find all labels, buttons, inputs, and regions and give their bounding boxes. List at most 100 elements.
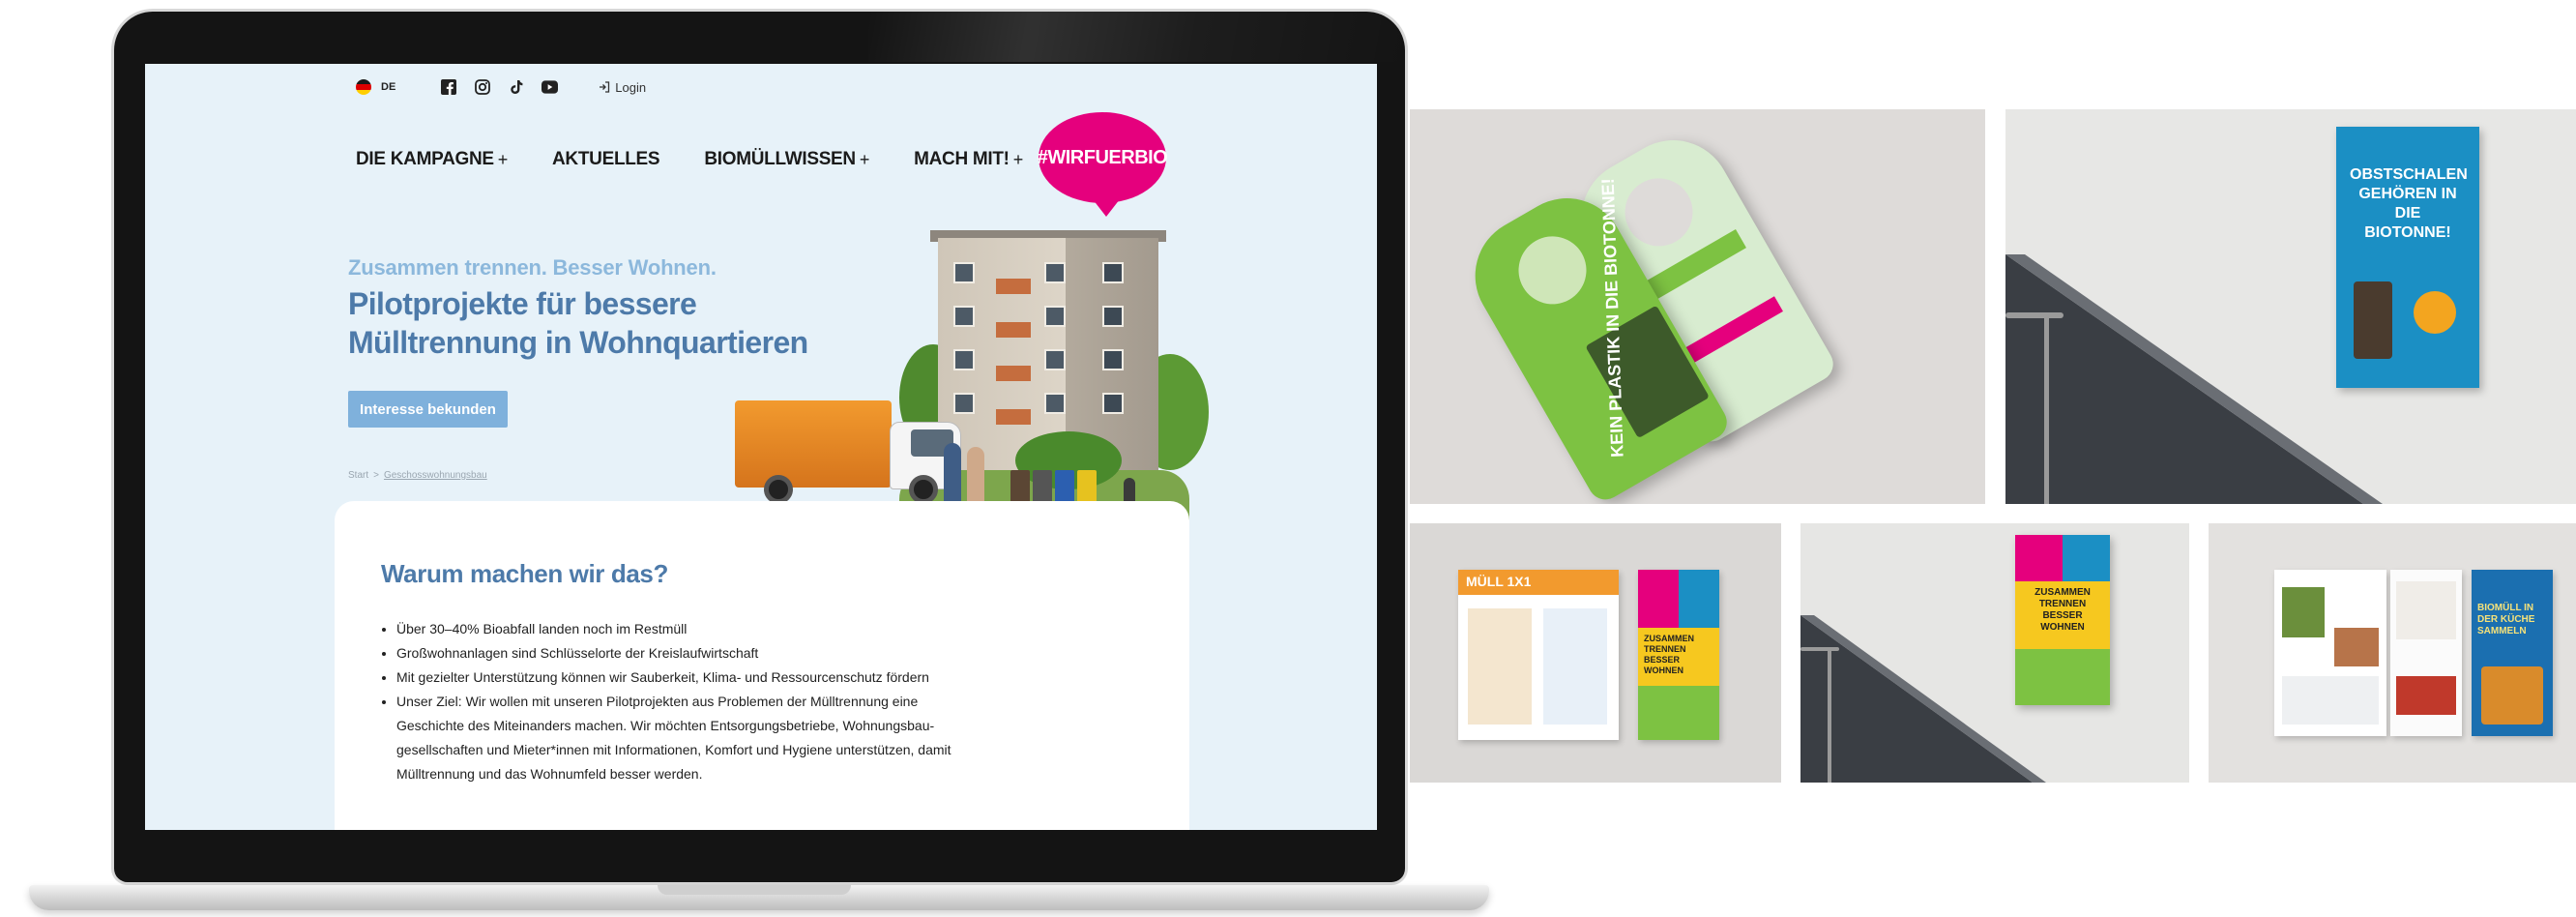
plus-icon: + [497,149,509,169]
nav-item-mach-mit[interactable]: MACH MIT! + [914,149,1023,170]
login-icon [600,81,610,93]
window [953,393,975,414]
color-block [2015,535,2063,581]
headline-line-2: Mülltrennung in Wohnquartieren [348,325,808,360]
nav-item-die-kampagne[interactable]: DIE KAMPAGNE + [356,149,508,170]
handrail [2005,312,2064,318]
language-switch[interactable]: DE [381,81,395,93]
nav-item-label: MACH MIT! [914,149,1010,169]
truck-wheel [909,475,938,504]
login-label: Login [615,79,647,95]
brochure-photo [2396,676,2456,715]
window [1044,306,1066,327]
laptop-notch [658,885,851,895]
brochure-column [1468,608,1532,725]
balcony [996,366,1031,381]
color-block [1638,686,1719,740]
stairwell-poster-mockup-2: ZUSAMMEN TRENNEN BESSER WOHNEN [1800,523,2189,783]
window [1102,306,1124,327]
breadcrumb-home[interactable]: Start [348,470,368,481]
garbage-truck [735,400,892,488]
breadcrumb-separator: > [373,470,379,481]
color-block [2015,649,2110,705]
section-title: Warum machen wir das? [381,559,668,588]
plus-icon: + [859,149,870,169]
tiktok-icon[interactable] [508,79,524,96]
list-item: Mit gezielter Unterstützung können wir S… [396,666,977,690]
staircase [2005,254,2383,504]
brochure-text-block [2282,676,2379,725]
brochure-photo [2334,628,2379,666]
breadcrumb: Start > Geschosswohnungsbau [348,470,487,481]
content-card: Warum machen wir das? Über 30–40% Bioabf… [335,501,1189,830]
list-item: Über 30–40% Bioabfall landen noch im Res… [396,617,977,641]
window [953,262,975,283]
brochure-back-title: ZUSAMMEN TRENNEN BESSER WOHNEN [1644,634,1694,675]
poster: OBSTSCHALEN GEHÖREN IN DIE BIOTONNE! [2336,127,2479,388]
login-link[interactable]: Login [599,80,646,95]
handrail-post [1828,647,1831,783]
doorhanger-mockup: KEIN PLASTIK IN DIE BIOTONNE! [1410,109,1985,504]
badge-speech-tail [1093,199,1120,217]
campaign-logo-badge[interactable]: #WIRFUERBIO [1037,112,1168,203]
window [1044,262,1066,283]
window [1102,349,1124,370]
color-block [1638,570,1679,628]
nav-item-aktuelles[interactable]: AKTUELLES [552,149,660,170]
nav-item-label: DIE KAMPAGNE [356,149,494,169]
window [1044,349,1066,370]
balcony [996,409,1031,425]
laptop-glare [868,12,1410,62]
balcony [996,279,1031,294]
main-navigation: DIE KAMPAGNE + AKTUELLES BIOMÜLLWISSEN +… [356,149,1023,170]
window [1044,393,1066,414]
instagram-icon[interactable] [474,79,490,96]
window [953,349,975,370]
handrail [1800,647,1839,651]
brochure-spread: MÜLL 1X1 [1458,570,1619,740]
brochure-cover-title: MÜLL 1X1 [1466,574,1532,589]
breadcrumb-current[interactable]: Geschosswohnungsbau [384,470,487,481]
german-flag-icon[interactable] [356,79,371,95]
reasons-list: Über 30–40% Bioabfall landen noch im Res… [379,617,977,786]
brochure-photo [2282,587,2325,637]
nav-item-biomuellwissen[interactable]: BIOMÜLLWISSEN + [704,149,869,170]
hanger-hole [1506,223,1599,317]
color-block [2063,535,2110,581]
brochure-mockup-2: BIOMÜLL IN DER KÜCHE SAMMELN [2209,523,2576,783]
truck-wheel [764,475,793,504]
nav-item-label: BIOMÜLLWISSEN [704,149,856,169]
facebook-icon[interactable] [440,79,456,96]
window [953,306,975,327]
brochure-insert [2390,570,2462,736]
plus-icon: + [1012,149,1024,169]
window [1102,262,1124,283]
list-item: Unser Ziel: Wir wollen mit unseren Pilot… [396,690,977,786]
brochure-cover: BIOMÜLL IN DER KÜCHE SAMMELN [2472,570,2553,736]
nav-item-label: AKTUELLES [552,149,660,169]
balcony [996,322,1031,338]
hero-headline: Pilotprojekte für bessere Mülltrennung i… [348,284,808,362]
interest-button[interactable]: Interesse bekunden [348,391,508,428]
headline-line-1: Pilotprojekte für bessere [348,286,697,321]
youtube-icon[interactable] [542,79,559,96]
hero-subtitle: Zusammen trennen. Besser Wohnen. [348,255,717,280]
brochure-text-block [2396,581,2456,639]
brochure-photo [2481,666,2543,725]
brochure-cover-title: BIOMÜLL IN DER KÜCHE SAMMELN [2477,603,2535,636]
badge-label: #WIRFUERBIO [1037,146,1168,168]
brochure-spread [2274,570,2386,736]
poster-title: ZUSAMMEN TRENNEN BESSER WOHNEN [2034,587,2091,633]
top-bar: DE Login [356,76,646,98]
poster-fruit [2414,291,2456,334]
poster: ZUSAMMEN TRENNEN BESSER WOHNEN [2015,535,2110,705]
website-screen: DE Login DIE KAMPAGNE + AKTUELLES BIOMÜL… [145,64,1377,830]
brochure-column [1543,608,1607,725]
handrail-post [2044,312,2049,504]
window [1102,393,1124,414]
staircase [1800,615,2046,783]
poster-bin [2354,281,2392,359]
brochure-mockup-1: MÜLL 1X1 ZUSAMMEN TRENNEN BESSER WOHNEN [1410,523,1781,783]
color-block [1679,570,1719,628]
poster-title: OBSTSCHALEN GEHÖREN IN DIE BIOTONNE! [2350,166,2468,241]
